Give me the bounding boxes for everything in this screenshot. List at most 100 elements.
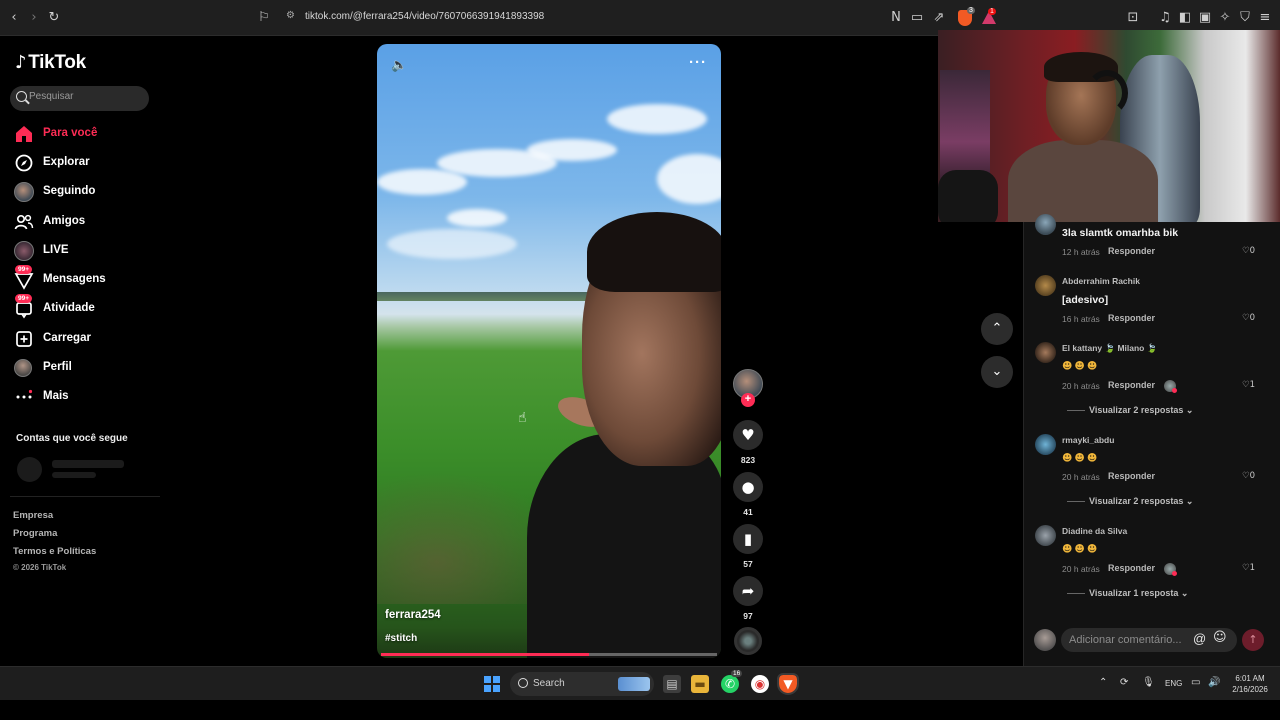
brave-browser-icon[interactable]: ▼ <box>777 673 799 695</box>
reload-icon[interactable]: ↻ <box>45 9 63 27</box>
nav-item-explore[interactable]: Explorar <box>14 151 154 175</box>
ai-assistant-icon[interactable]: ✧ <box>1216 9 1234 27</box>
nav-item-activity[interactable]: 99+ Atividade <box>14 294 154 321</box>
task-view-icon[interactable]: ▤ <box>663 675 681 693</box>
comment-author[interactable]: Abderrahim Rachik <box>1062 276 1140 286</box>
nav-item-live[interactable]: LIVE <box>14 239 154 263</box>
clock[interactable]: 6:01 AM 2/16/2026 <box>1225 673 1275 695</box>
comment-author[interactable]: El kattany 🍃 Milano 🍃 <box>1062 343 1157 354</box>
share-icon[interactable]: ⇗ <box>930 9 948 27</box>
like-button[interactable]: ♥ <box>733 420 763 450</box>
network-icon[interactable]: ▭ <box>1191 677 1200 688</box>
whatsapp-badge: 16 <box>731 670 743 677</box>
view-replies-button[interactable]: Visualizar 1 resposta ⌄ <box>1067 588 1188 599</box>
microphone-icon[interactable]: 🎙 <box>1142 677 1155 688</box>
view-replies-button[interactable]: Visualizar 2 respostas ⌄ <box>1067 405 1193 416</box>
whatsapp-icon[interactable]: ✆ <box>721 675 739 693</box>
comment-input[interactable] <box>1061 628 1237 652</box>
cast-icon[interactable]: ▭ <box>908 9 926 27</box>
comment-like-count: 0 <box>1249 246 1256 256</box>
obs-icon[interactable]: ◉ <box>751 675 769 693</box>
sync-icon[interactable]: ⟳ <box>1120 677 1128 688</box>
comment-like-button[interactable]: ♡0 <box>1242 471 1255 481</box>
comment-author[interactable]: rmayki_abdu <box>1062 435 1114 445</box>
video-hashtag[interactable]: #stitch <box>385 633 417 644</box>
media-icon[interactable]: ♫ <box>1156 9 1174 27</box>
windows-start-icon[interactable] <box>484 676 500 692</box>
previous-video-button[interactable]: ⌃ <box>981 313 1013 345</box>
emoji-icon[interactable]: ☺ <box>1213 630 1227 645</box>
reply-button[interactable]: Responder <box>1108 313 1155 323</box>
nav-item-for-you[interactable]: Para você <box>14 122 154 146</box>
brave-shields-count: 3 <box>967 7 975 14</box>
nav-item-more[interactable]: Mais <box>14 385 154 409</box>
send-comment-button[interactable]: ↑ <box>1242 629 1264 651</box>
comment-like-button[interactable]: ♡1 <box>1242 380 1255 390</box>
reply-button[interactable]: Responder <box>1108 471 1155 481</box>
menu-icon[interactable]: ≡ <box>1256 9 1274 27</box>
comment-like-count: 0 <box>1249 313 1256 323</box>
sky-cloud <box>387 229 517 259</box>
language-indicator[interactable]: ENG <box>1165 679 1182 688</box>
file-explorer-icon[interactable]: ▬ <box>691 675 709 693</box>
mention-button[interactable]: @ <box>1193 631 1206 646</box>
nav-item-friends[interactable]: Amigos <box>14 210 154 234</box>
wallet-icon[interactable]: ▣ <box>1196 9 1214 27</box>
comment-avatar[interactable] <box>1035 275 1056 296</box>
comment-author[interactable]: Diadine da Silva <box>1062 526 1127 536</box>
chevron-down-icon: ⌄ <box>1180 588 1189 598</box>
site-info-icon[interactable]: ⚙ <box>286 10 295 21</box>
bookmark-icon[interactable]: ⚐ <box>255 9 273 27</box>
share-button[interactable]: ➦ <box>733 576 763 606</box>
search-icon <box>518 678 528 688</box>
comment-like-button[interactable]: ♡0 <box>1242 313 1255 323</box>
share-count: 97 <box>743 611 753 621</box>
save-button[interactable]: ▮ <box>733 524 763 554</box>
nav-item-following[interactable]: Seguindo <box>14 180 154 204</box>
footer-link-program[interactable]: Programa <box>13 528 57 539</box>
comment-icon: ● <box>741 478 755 496</box>
comment-avatar[interactable] <box>1035 214 1056 235</box>
footer-link-company[interactable]: Empresa <box>13 510 53 521</box>
reader-icon[interactable]: N <box>887 9 905 27</box>
more-icon <box>16 389 33 399</box>
taskbar-search[interactable]: Search <box>510 672 654 696</box>
reply-button[interactable]: Responder <box>1108 380 1155 390</box>
reply-button[interactable]: Responder <box>1108 246 1155 256</box>
view-replies-button[interactable]: Visualizar 2 respostas ⌄ <box>1067 496 1193 507</box>
search-box[interactable] <box>10 86 149 111</box>
nav-item-upload[interactable]: Carregar <box>14 327 154 351</box>
comment-avatar[interactable] <box>1035 525 1056 546</box>
video-progress-bar[interactable] <box>381 653 717 656</box>
volume-icon[interactable]: 🔈 <box>391 58 407 73</box>
volume-icon[interactable]: 🔊 <box>1208 677 1220 688</box>
comment-text: 3la slamtk omarhba bik <box>1062 227 1179 239</box>
footer-link-terms[interactable]: Termos e Políticas <box>13 546 96 557</box>
comment-avatar[interactable] <box>1035 434 1056 455</box>
like-count: 823 <box>740 455 756 465</box>
follow-button[interactable]: + <box>741 393 755 407</box>
forward-icon[interactable]: › <box>25 9 43 27</box>
replies-dash <box>1067 501 1085 503</box>
tiktok-logo[interactable]: ♪ TikTok <box>15 52 86 74</box>
sound-disc-icon[interactable] <box>734 627 762 655</box>
vpn-icon[interactable]: ⛉ <box>1236 9 1254 27</box>
video-player[interactable]: 🔈 ··· ferrara254 #stitch <box>377 44 721 658</box>
comment-like-button[interactable]: ♡1 <box>1242 563 1255 573</box>
tray-overflow-icon[interactable]: ⌃ <box>1099 677 1107 688</box>
back-icon[interactable]: ‹ <box>5 9 23 27</box>
chevron-down-icon: ⌄ <box>1185 405 1194 415</box>
comment-count: 41 <box>743 507 753 517</box>
comment-button[interactable]: ● <box>733 472 763 502</box>
nav-item-profile[interactable]: Perfil <box>14 356 154 380</box>
next-video-button[interactable]: ⌄ <box>981 356 1013 388</box>
reply-button[interactable]: Responder <box>1108 563 1155 573</box>
comment-like-button[interactable]: ♡0 <box>1242 246 1255 256</box>
comment-avatar[interactable] <box>1035 342 1056 363</box>
search-input[interactable] <box>29 91 139 102</box>
video-author[interactable]: ferrara254 <box>385 609 441 621</box>
video-more-button[interactable]: ··· <box>689 54 707 71</box>
sidebar-toggle-icon[interactable]: ◧ <box>1176 9 1194 27</box>
screenshot-icon[interactable]: ⊡ <box>1124 9 1142 27</box>
nav-item-messages[interactable]: 99+ Mensagens <box>14 265 154 292</box>
